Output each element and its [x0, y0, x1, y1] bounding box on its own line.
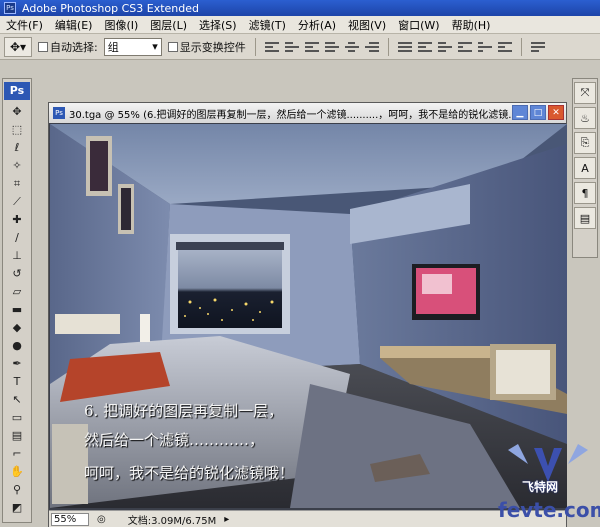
brush-tool-icon[interactable]: ∕	[4, 229, 30, 246]
move-tool-preset-picker[interactable]: ✥▾	[4, 36, 32, 57]
zoom-tool-icon[interactable]: ⚲	[4, 481, 30, 498]
caption-line-1: 6. 把调好的图层再复制一层，	[84, 402, 284, 420]
menu-select[interactable]: 选择(S)	[193, 17, 243, 33]
align-vcenter-icon[interactable]	[284, 40, 299, 54]
document-icon: Ps	[53, 107, 65, 119]
document-titlebar[interactable]: Ps 30.tga @ 55% (6.把调好的图层再复制一层，然后给一个滤镜..…	[49, 103, 566, 123]
auto-select-dropdown[interactable]: 组 ▾	[103, 37, 162, 56]
fevte-watermark: 飞特网 fevte.com	[498, 438, 600, 524]
shape-tool-icon[interactable]: ▭	[4, 409, 30, 426]
zoom-level-field[interactable]: 55%	[51, 512, 89, 526]
move-icon: ✥▾	[9, 39, 27, 54]
separator	[254, 37, 256, 56]
menu-image[interactable]: 图像(I)	[98, 17, 144, 33]
menu-view[interactable]: 视图(V)	[342, 17, 392, 33]
align-right-icon[interactable]	[364, 40, 379, 54]
bedroom-render-image	[50, 124, 567, 508]
type-tool-icon[interactable]: T	[4, 373, 30, 390]
document-size-info: 文档:3.09M/6.75M	[127, 515, 217, 527]
distribute-hcenter-icon[interactable]	[477, 40, 492, 54]
distribute-vcenter-icon[interactable]	[417, 40, 432, 54]
options-bar: ✥▾ 自动选择: 组 ▾ 显示变换控件	[0, 34, 600, 60]
auto-select-value: 组	[107, 40, 119, 54]
crop-tool-icon[interactable]: ⌗	[4, 175, 30, 192]
collapsed-panels-dock: ⤧ ♨ ⎘ A ¶ ▤	[572, 78, 598, 258]
align-top-icon[interactable]	[264, 40, 279, 54]
close-button[interactable]: ✕	[548, 105, 564, 120]
gradient-tool-icon[interactable]: ▬	[4, 301, 30, 318]
menu-analysis[interactable]: 分析(A)	[292, 17, 342, 33]
document-status-bar: 55% ◎ 文档:3.09M/6.75M ▸	[49, 510, 566, 527]
move-tool-icon[interactable]: ✥	[4, 103, 30, 120]
distribute-right-icon[interactable]	[497, 40, 512, 54]
navigator-panel-icon[interactable]: ⤧	[574, 82, 596, 104]
status-arrow-icon[interactable]: ▸	[224, 514, 229, 525]
history-brush-tool-icon[interactable]: ↺	[4, 265, 30, 282]
menu-window[interactable]: 窗口(W)	[392, 17, 445, 33]
auto-select-label: 自动选择:	[50, 40, 98, 54]
separator	[387, 37, 389, 56]
caption-line-3: 呵呵，我不是给的锐化滤镜哦！	[84, 464, 295, 482]
eraser-tool-icon[interactable]: ▱	[4, 283, 30, 300]
show-transform-label: 显示变换控件	[179, 40, 246, 54]
menu-bar: 文件(F) 编辑(E) 图像(I) 图层(L) 选择(S) 滤镜(T) 分析(A…	[0, 16, 600, 34]
document-canvas[interactable]: 6. 把调好的图层再复制一层， 然后给一个滤镜…………， 呵呵，我不是给的锐化滤…	[50, 124, 567, 508]
app-title: Adobe Photoshop CS3 Extended	[22, 1, 199, 15]
separator	[520, 37, 522, 56]
show-transform-checkbox[interactable]: 显示变换控件	[167, 39, 246, 55]
watermark-brand: 飞特网	[522, 480, 559, 494]
distribute-top-icon[interactable]	[397, 40, 412, 54]
lasso-tool-icon[interactable]: ℓ	[4, 139, 30, 156]
app-titlebar: Ps Adobe Photoshop CS3 Extended	[0, 0, 600, 16]
status-info-icon[interactable]: ◎	[97, 514, 106, 525]
menu-layer[interactable]: 图层(L)	[144, 17, 193, 33]
chevron-down-icon: ▾	[152, 40, 158, 53]
color-swatches-icon[interactable]: ◩	[4, 499, 30, 516]
pen-tool-icon[interactable]: ✒	[4, 355, 30, 372]
menu-file[interactable]: 文件(F)	[0, 17, 49, 33]
distribute-bottom-icon[interactable]	[437, 40, 452, 54]
history-panel-icon[interactable]: ⎘	[574, 132, 596, 154]
toolbox-panel: Ps ✥ ⬚ ℓ ✧ ⌗ ⟋ ✚ ∕ ⊥ ↺ ▱ ▬ ◆ ● ✒ T ↖ ▭ ▤…	[2, 78, 32, 523]
marquee-tool-icon[interactable]: ⬚	[4, 121, 30, 138]
layers-panel-icon[interactable]: ▤	[574, 207, 596, 229]
character-panel-icon[interactable]: A	[574, 157, 596, 179]
menu-edit[interactable]: 编辑(E)	[49, 17, 99, 33]
photoshop-app-icon: Ps	[4, 2, 16, 14]
photoshop-badge[interactable]: Ps	[4, 82, 30, 100]
caption-line-2: 然后给一个滤镜…………，	[84, 431, 265, 449]
path-selection-tool-icon[interactable]: ↖	[4, 391, 30, 408]
show-transform-box[interactable]	[167, 41, 178, 52]
histogram-panel-icon[interactable]: ♨	[574, 107, 596, 129]
paragraph-panel-icon[interactable]: ¶	[574, 182, 596, 204]
align-left-icon[interactable]	[324, 40, 339, 54]
clone-stamp-tool-icon[interactable]: ⊥	[4, 247, 30, 264]
notes-tool-icon[interactable]: ▤	[4, 427, 30, 444]
eyedropper-tool-icon[interactable]: ⌐	[4, 445, 30, 462]
auto-select-checkbox[interactable]: 自动选择:	[38, 39, 98, 55]
menu-filter[interactable]: 滤镜(T)	[243, 17, 292, 33]
blur-tool-icon[interactable]: ◆	[4, 319, 30, 336]
align-bottom-icon[interactable]	[304, 40, 319, 54]
document-title: 30.tga @ 55% (6.把调好的图层再复制一层，然后给一个滤镜.....…	[69, 109, 518, 121]
distribute-left-icon[interactable]	[457, 40, 472, 54]
healing-brush-tool-icon[interactable]: ✚	[4, 211, 30, 228]
align-hcenter-icon[interactable]	[344, 40, 359, 54]
magic-wand-tool-icon[interactable]: ✧	[4, 157, 30, 174]
maximize-button[interactable]: □	[530, 105, 546, 120]
document-window-controls: ▁ □ ✕	[512, 105, 564, 120]
watermark-site: fevte.com	[498, 498, 600, 522]
document-window: Ps 30.tga @ 55% (6.把调好的图层再复制一层，然后给一个滤镜..…	[48, 102, 567, 527]
slice-tool-icon[interactable]: ⟋	[4, 193, 30, 210]
menu-help[interactable]: 帮助(H)	[446, 17, 497, 33]
hand-tool-icon[interactable]: ✋	[4, 463, 30, 480]
auto-select-box[interactable]	[38, 41, 48, 52]
auto-align-layers-icon[interactable]	[530, 40, 545, 54]
minimize-button[interactable]: ▁	[512, 105, 528, 120]
dodge-tool-icon[interactable]: ●	[4, 337, 30, 354]
